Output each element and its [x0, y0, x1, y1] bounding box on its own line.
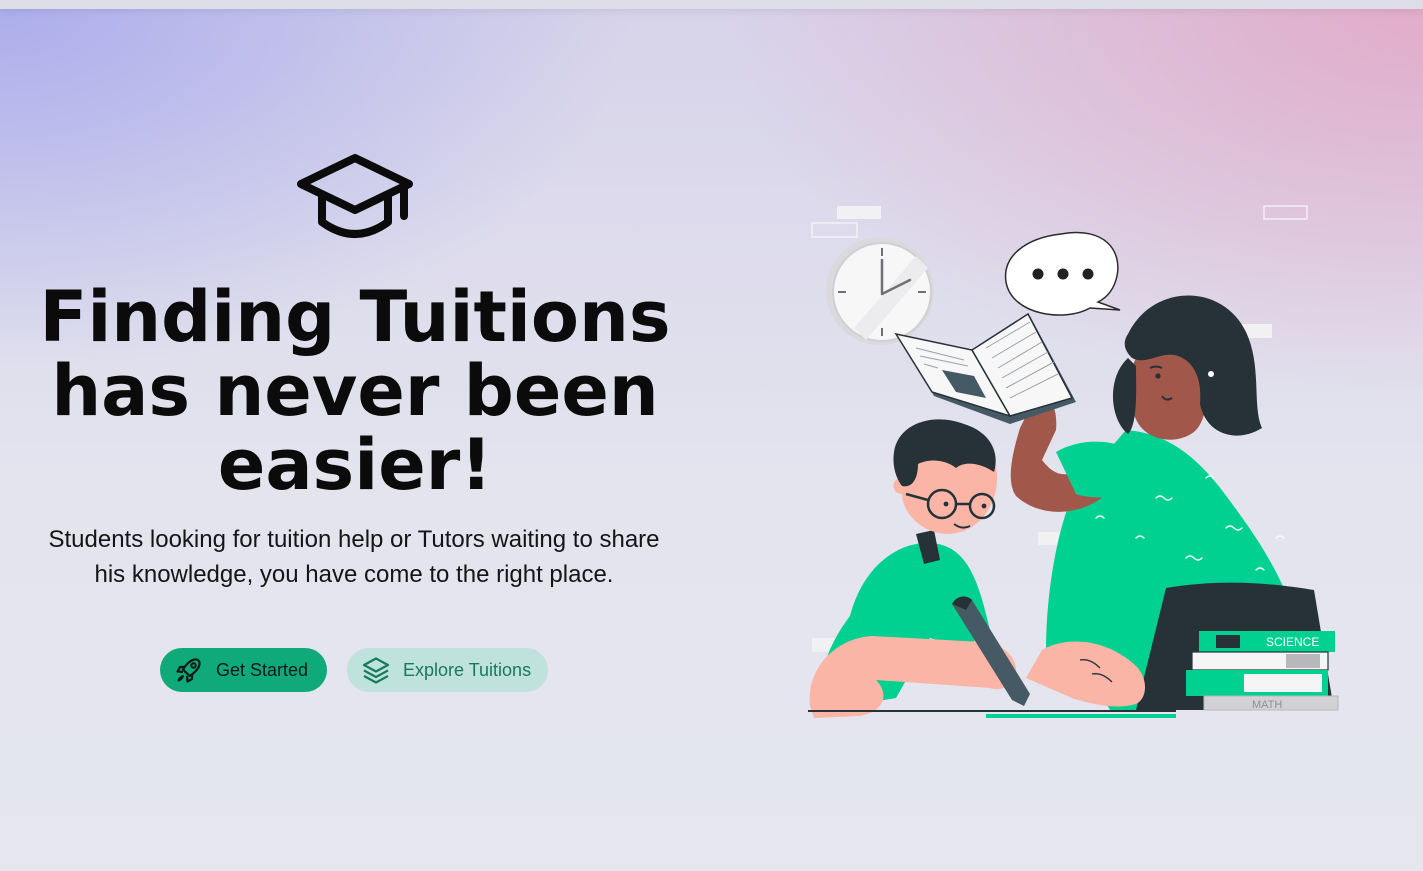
speech-bubble-icon: [1004, 231, 1121, 316]
math-book-label: MATH: [1252, 699, 1282, 711]
top-bar: [0, 0, 1423, 9]
science-book-label: SCIENCE: [1266, 635, 1319, 649]
hero-subtitle: Students looking for tuition help or Tut…: [48, 526, 660, 588]
clock-icon: [826, 237, 934, 345]
layers-icon: [361, 655, 391, 685]
get-started-button[interactable]: Get Started: [160, 648, 327, 692]
rocket-icon: [174, 655, 204, 685]
open-book-icon: [894, 312, 1076, 424]
explore-tuitions-button[interactable]: Explore Tuitions: [347, 648, 548, 692]
graduation-cap-icon: [296, 152, 414, 242]
get-started-label: Get Started: [216, 659, 309, 680]
hero-title: Finding Tuitions has never been easier!: [39, 276, 671, 506]
books-stack: SCIENCE MATH: [1186, 631, 1339, 711]
explore-tuitions-label: Explore Tuitions: [403, 659, 532, 680]
tutoring-illustration: SCIENCE MATH: [806, 198, 1346, 728]
